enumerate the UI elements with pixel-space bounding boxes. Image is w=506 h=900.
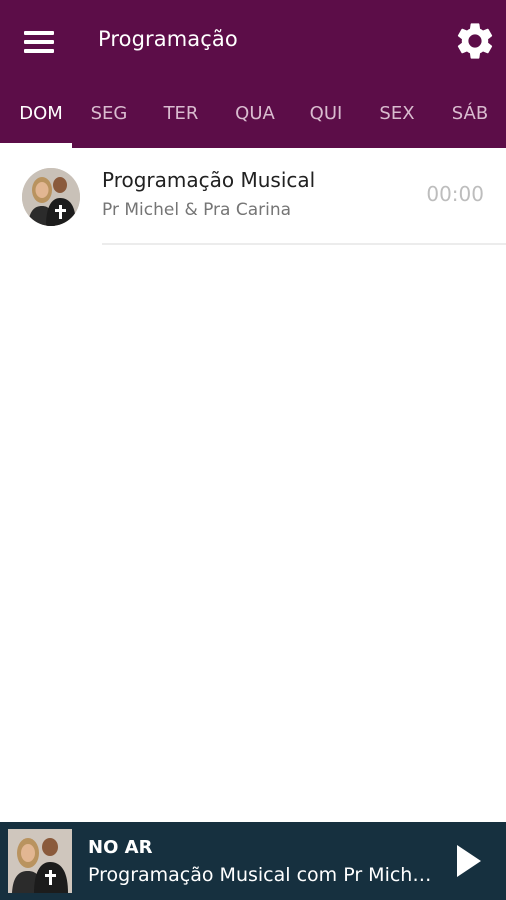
program-hosts: Pr Michel & Pra Carina — [102, 200, 292, 220]
avatar — [22, 168, 80, 226]
gear-icon[interactable] — [453, 19, 497, 63]
now-playing-text: Programação Musical com Pr Michel & Pra … — [88, 864, 433, 886]
page-title: Programação — [98, 27, 238, 51]
list-item[interactable]: Programação Musical Pr Michel & Pra Cari… — [0, 148, 506, 246]
tab-qui[interactable]: QUI — [296, 86, 356, 142]
day-tabs: DOM SEG TER QUA QUI SEX SÁB — [0, 86, 506, 148]
now-playing-bar[interactable]: NO AR Programação Musical com Pr Michel … — [0, 822, 506, 900]
menu-line — [24, 49, 54, 53]
tab-qua[interactable]: QUA — [222, 86, 288, 142]
program-time: 00:00 — [426, 182, 484, 206]
hamburger-menu-icon[interactable] — [18, 22, 62, 62]
tab-ter[interactable]: TER — [150, 86, 212, 142]
list-divider — [102, 243, 506, 245]
tab-sab[interactable]: SÁB — [438, 86, 502, 142]
menu-line — [24, 31, 54, 35]
app-root: Programação DOM SEG TER QUA QUI SEX SÁB — [0, 0, 506, 900]
tab-sex[interactable]: SEX — [366, 86, 428, 142]
app-bar: Programação DOM SEG TER QUA QUI SEX SÁB — [0, 0, 506, 148]
tab-dom[interactable]: DOM — [0, 86, 82, 142]
program-title: Programação Musical — [102, 168, 316, 192]
on-air-label: NO AR — [88, 837, 153, 858]
menu-line — [24, 40, 54, 44]
tab-seg[interactable]: SEG — [78, 86, 140, 142]
play-icon[interactable] — [448, 840, 488, 882]
schedule-list: Programação Musical Pr Michel & Pra Cari… — [0, 148, 506, 246]
toolbar: Programação — [0, 0, 506, 82]
now-playing-thumbnail — [8, 829, 72, 893]
